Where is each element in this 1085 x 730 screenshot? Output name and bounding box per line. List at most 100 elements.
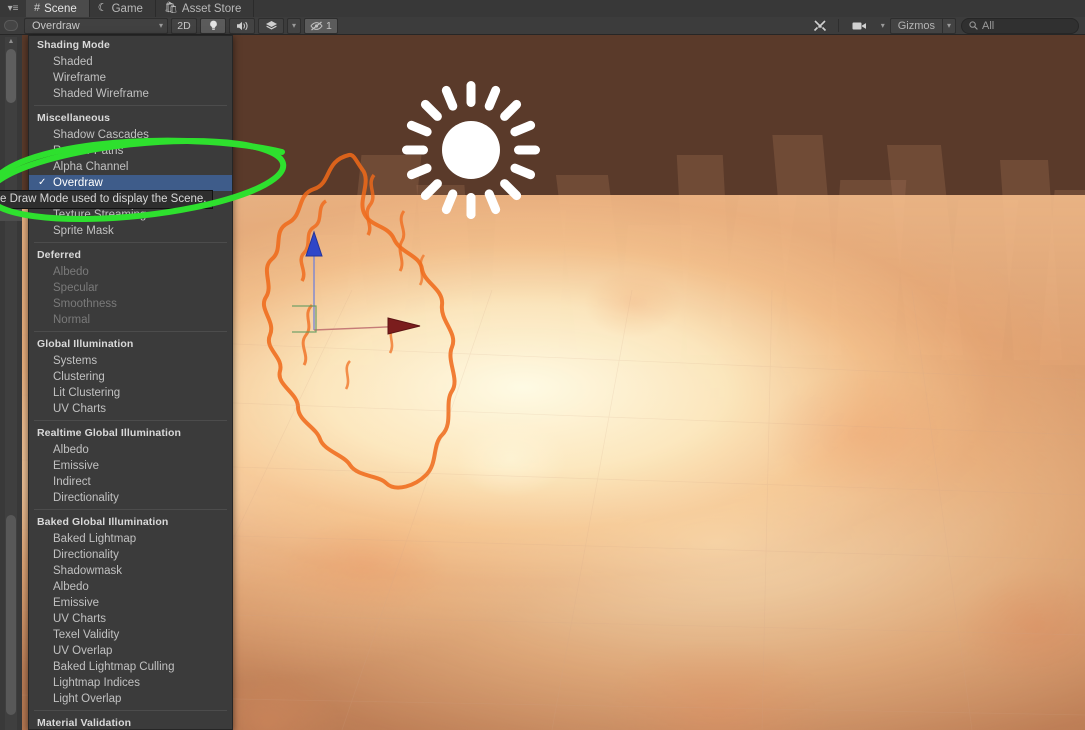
menu-item[interactable]: Shaded Wireframe (29, 86, 232, 102)
scrollbar-thumb[interactable] (6, 49, 16, 103)
draw-mode-dropdown[interactable]: Overdraw ▾ (24, 18, 168, 34)
toolbar-grip[interactable] (0, 17, 22, 35)
search-icon (969, 21, 978, 30)
menu-section-header: Deferred (29, 246, 232, 264)
menu-separator (34, 331, 227, 332)
menu-item-label: UV Charts (53, 613, 106, 625)
menu-item-label: Overdraw (53, 177, 103, 189)
draw-mode-menu-list: Shading ModeShadedWireframe Shaded Wirefr… (29, 36, 232, 730)
scene-lighting-toggle[interactable] (200, 18, 226, 34)
menu-item-label: Directionality (53, 492, 119, 504)
menu-item-label: Shaded Wireframe (53, 88, 149, 100)
menu-separator (34, 420, 227, 421)
menu-item-label: Lit Clustering (53, 387, 120, 399)
menu-item[interactable]: Lit Clustering (29, 385, 232, 401)
menu-item-label: Emissive (53, 460, 99, 472)
menu-item: Albedo (29, 264, 232, 280)
panel-drag-handle[interactable]: ▾≡ (0, 0, 26, 17)
menu-separator (34, 242, 227, 243)
menu-item[interactable]: Emissive (29, 458, 232, 474)
draw-mode-value: Overdraw (32, 20, 80, 32)
menu-item[interactable]: Directionality (29, 547, 232, 563)
gizmos-group: Gizmos ▾ (890, 18, 956, 34)
menu-item[interactable]: Lightmap Indices (29, 675, 232, 691)
menu-item-label: Specular (53, 282, 98, 294)
gizmos-dropdown[interactable]: ▾ (943, 18, 956, 34)
menu-item-label: Texel Validity (53, 629, 119, 641)
chevron-down-icon: ▾ (947, 21, 951, 30)
scene-tools-button[interactable] (807, 18, 833, 34)
menu-item[interactable]: Systems (29, 353, 232, 369)
transform-move-gizmo[interactable] (292, 230, 432, 340)
menu-item[interactable]: Albedo (29, 442, 232, 458)
menu-section-header: Global Illumination (29, 335, 232, 353)
2d-toggle-button[interactable]: 2D (171, 18, 197, 34)
menu-item[interactable]: Shaded (29, 54, 232, 70)
tab-bar: ▾≡ # Scene ☾ Game 🛍 Asset Store (0, 0, 1085, 17)
menu-item[interactable]: UV Charts (29, 611, 232, 627)
menu-item[interactable]: Sprite Mask (29, 223, 232, 239)
menu-item-label: Albedo (53, 266, 89, 278)
scene-fx-dropdown[interactable]: ▾ (287, 18, 301, 34)
tools-icon (813, 19, 827, 33)
tab-scene-label: Scene (44, 3, 77, 15)
scene-camera-button[interactable] (847, 18, 873, 34)
menu-item[interactable]: Render Paths (29, 143, 232, 159)
menu-item[interactable]: Directionality (29, 490, 232, 506)
menu-item[interactable]: Indirect (29, 474, 232, 490)
menu-separator (34, 710, 227, 711)
unity-editor-scene-window: ▾≡ # Scene ☾ Game 🛍 Asset Store Overdraw… (0, 0, 1085, 730)
menu-section-header: Miscellaneous (29, 109, 232, 127)
menu-section-header: Shading Mode (29, 36, 232, 54)
speaker-icon (236, 21, 249, 31)
menu-item-label: Albedo (53, 444, 89, 456)
menu-item-label: Alpha Channel (53, 161, 128, 173)
menu-item[interactable]: Emissive (29, 595, 232, 611)
menu-item[interactable]: UV Overlap (29, 643, 232, 659)
menu-item[interactable]: Albedo (29, 579, 232, 595)
menu-separator (34, 105, 227, 106)
gamepad-icon: ☾ (98, 3, 108, 14)
directional-light-gizmo[interactable] (400, 79, 542, 221)
eye-slash-icon (310, 21, 323, 31)
menu-item[interactable]: Baked Lightmap (29, 531, 232, 547)
menu-item-label: Shadowmask (53, 565, 122, 577)
scene-fx-toggle[interactable] (258, 18, 284, 34)
scene-search-box[interactable]: All (961, 18, 1079, 34)
menu-item-label: Shadow Cascades (53, 129, 149, 141)
menu-item-label: Sprite Mask (53, 225, 114, 237)
menu-item[interactable]: UV Charts (29, 401, 232, 417)
menu-separator (34, 509, 227, 510)
menu-item[interactable]: Shadowmask (29, 563, 232, 579)
hidden-objects-toggle[interactable]: 1 (304, 18, 338, 34)
scene-audio-toggle[interactable] (229, 18, 255, 34)
grid-hash-icon: # (34, 3, 40, 14)
menu-item[interactable]: Texel Validity (29, 627, 232, 643)
menu-item-label: Smoothness (53, 298, 117, 310)
scroll-up-arrow-icon[interactable]: ▲ (6, 37, 16, 46)
menu-item-label: Baked Lightmap Culling (53, 661, 174, 673)
menu-item[interactable]: Shadow Cascades (29, 127, 232, 143)
tab-asset-store[interactable]: 🛍 Asset Store (156, 0, 254, 17)
tooltip-text: e Draw Mode used to display the Scene. (0, 193, 206, 205)
menu-item[interactable]: Texture Streaming (29, 207, 232, 223)
menu-item[interactable]: Baked Lightmap Culling (29, 659, 232, 675)
menu-item-label: Emissive (53, 597, 99, 609)
menu-item[interactable]: Wireframe (29, 70, 232, 86)
menu-item-label: Render Paths (53, 145, 123, 157)
2d-label: 2D (177, 20, 190, 32)
menu-item[interactable]: Alpha Channel (29, 159, 232, 175)
menu-item-label: Lightmap Indices (53, 677, 140, 689)
scrollbar-thumb-lower[interactable] (6, 515, 16, 715)
scene-camera-dropdown[interactable]: ▾ (876, 18, 890, 34)
tab-game[interactable]: ☾ Game (90, 0, 156, 17)
menu-item[interactable]: Clustering (29, 369, 232, 385)
draw-mode-menu[interactable]: Shading ModeShadedWireframe Shaded Wirefr… (28, 35, 233, 730)
search-input[interactable]: All (982, 20, 994, 32)
toolbar-separator (838, 19, 839, 32)
menu-item[interactable]: Light Overlap (29, 691, 232, 707)
gizmos-button[interactable]: Gizmos (890, 18, 943, 34)
tab-scene[interactable]: # Scene (26, 0, 90, 17)
menu-item[interactable]: ✓Overdraw (29, 175, 232, 191)
gizmos-label: Gizmos (898, 20, 935, 32)
